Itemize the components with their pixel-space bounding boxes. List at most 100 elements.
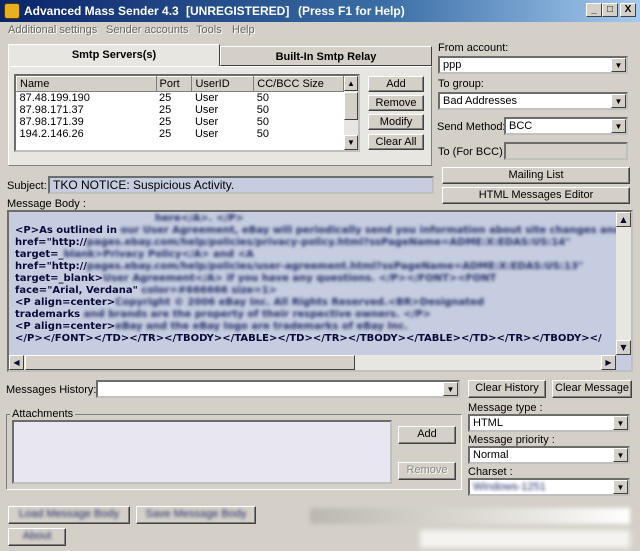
body-line: href="http://pages.ebay.com/help/policie… <box>15 261 584 272</box>
column-userid[interactable]: UserID <box>191 76 255 92</box>
from-account-value: ppp <box>443 59 462 71</box>
subject-label: Subject: <box>7 180 47 192</box>
send-method-select[interactable]: BCC ▼ <box>504 117 628 135</box>
app-icon <box>4 3 20 19</box>
cell-size: 50 <box>256 116 270 128</box>
remove-attachment-button[interactable]: Remove <box>398 462 456 480</box>
send-method-label: Send Method: <box>437 121 506 133</box>
table-row[interactable]: 87.48.199.190 25 User 50 <box>17 92 344 105</box>
charset-value: Windows-1251 <box>473 481 546 493</box>
cell-userid: User <box>194 92 219 104</box>
bcc-label: To (For BCC) <box>438 146 503 158</box>
remove-server-button[interactable]: Remove <box>368 95 424 111</box>
clear-message-button[interactable]: Clear Message <box>552 380 632 398</box>
menu-bar: Additional settings Sender accounts Tool… <box>0 22 640 40</box>
send-method-value: BCC <box>509 120 533 132</box>
table-row[interactable]: 194.2.146.26 25 User 50 <box>17 128 344 140</box>
cell-userid: User <box>194 104 219 116</box>
help-hint: (Press F1 for Help) <box>298 4 405 18</box>
message-type-label: Message type : <box>468 402 543 414</box>
body-line: </P></FONT></TD></TR></TBODY></TABLE></T… <box>15 333 602 344</box>
chevron-down-icon[interactable]: ▼ <box>611 58 626 72</box>
scroll-thumb[interactable] <box>344 92 358 120</box>
messages-history-select[interactable]: ▼ <box>96 380 460 398</box>
chevron-down-icon[interactable]: ▼ <box>613 480 628 494</box>
column-port[interactable]: Port <box>155 76 193 92</box>
messages-history-label: Messages History: <box>6 384 97 396</box>
scroll-thumb[interactable] <box>25 355 355 370</box>
to-group-label: To group: <box>438 78 484 90</box>
to-group-select[interactable]: Bad Addresses ▼ <box>438 92 628 110</box>
servers-table[interactable]: Name Port UserID CC/BCC Size 87.48.199.1… <box>14 74 360 152</box>
tab-smtp-servers[interactable]: Smtp Servers(s) <box>8 44 220 66</box>
html-editor-button[interactable]: HTML Messages Editor <box>442 187 630 204</box>
title-bar: Advanced Mass Sender 4.3 [UNREGISTERED] … <box>0 0 640 22</box>
body-line: face="Arial, Verdana" color=#666666 size… <box>15 285 278 296</box>
message-type-select[interactable]: HTML ▼ <box>468 414 630 432</box>
table-row[interactable]: 87.98.171.37 25 User 50 <box>17 104 344 116</box>
cell-name: 87.98.171.39 <box>19 116 84 128</box>
load-message-body-button[interactable]: Load Message Body <box>8 506 130 524</box>
add-server-button[interactable]: Add <box>368 76 424 92</box>
chevron-down-icon[interactable]: ▼ <box>613 416 628 430</box>
maximize-button[interactable]: □ <box>602 3 618 17</box>
bcc-field[interactable] <box>504 142 628 160</box>
registration-status: [UNREGISTERED] <box>186 4 290 18</box>
subject-input[interactable]: TKO NOTICE: Suspicious Activity. <box>48 176 434 194</box>
message-body-editor[interactable]: here</A>. </P> <P>As outlined in our Use… <box>7 210 633 372</box>
scroll-down-icon[interactable]: ▼ <box>344 135 358 150</box>
mailing-list-button[interactable]: Mailing List <box>442 167 630 184</box>
message-body-label: Message Body : <box>7 198 86 210</box>
attachments-label: Attachments <box>10 408 76 420</box>
column-ccbcc-size[interactable]: CC/BCC Size <box>253 76 344 92</box>
message-type-value: HTML <box>473 417 503 429</box>
scroll-down-icon[interactable]: ▼ <box>616 340 631 355</box>
scroll-right-icon[interactable]: ▶ <box>601 355 616 370</box>
column-name[interactable]: Name <box>16 76 157 92</box>
scroll-up-icon[interactable]: ▲ <box>344 76 358 91</box>
cell-name: 87.48.199.190 <box>19 92 90 104</box>
servers-scrollbar[interactable]: ▲ ▼ <box>344 76 358 150</box>
menu-help[interactable]: Help <box>232 24 255 36</box>
tab-builtin-relay[interactable]: Built-In Smtp Relay <box>220 46 432 66</box>
body-line: <P align=center>Copyright © 2006 eBay In… <box>15 297 485 308</box>
table-row[interactable]: 87.98.171.39 25 User 50 <box>17 116 344 128</box>
chevron-down-icon[interactable]: ▼ <box>443 382 458 396</box>
clear-history-button[interactable]: Clear History <box>468 380 546 398</box>
close-button[interactable]: X <box>620 3 636 17</box>
add-attachment-button[interactable]: Add <box>398 426 456 444</box>
menu-sender-accounts[interactable]: Sender accounts <box>106 24 189 36</box>
message-priority-label: Message priority : <box>468 434 555 446</box>
menu-additional-settings[interactable]: Additional settings <box>8 24 97 36</box>
status-area-blurred <box>420 530 630 548</box>
modify-server-button[interactable]: Modify <box>368 114 424 130</box>
scroll-up-icon[interactable]: ▲ <box>616 212 631 227</box>
menu-tools[interactable]: Tools <box>196 24 222 36</box>
minimize-button[interactable]: _ <box>586 3 602 17</box>
chevron-down-icon[interactable]: ▼ <box>611 94 626 108</box>
charset-select[interactable]: Windows-1251 ▼ <box>468 478 630 496</box>
attachments-list[interactable] <box>12 420 392 484</box>
scroll-left-icon[interactable]: ◀ <box>9 355 24 370</box>
chevron-down-icon[interactable]: ▼ <box>613 448 628 462</box>
about-button[interactable]: About <box>8 528 66 546</box>
cell-port: 25 <box>159 116 172 128</box>
body-line: trademarks and brands are the property o… <box>15 309 432 320</box>
clear-all-servers-button[interactable]: Clear All <box>368 134 424 150</box>
message-priority-value: Normal <box>473 449 509 461</box>
body-line: target=_blank>User Agreement</A> if you … <box>15 273 497 284</box>
save-message-body-button[interactable]: Save Message Body <box>136 506 256 524</box>
body-vscroll[interactable]: ▲ ▼ <box>616 212 631 355</box>
message-priority-select[interactable]: Normal ▼ <box>468 446 630 464</box>
to-group-value: Bad Addresses <box>443 95 517 107</box>
cell-userid: User <box>194 116 219 128</box>
body-hscroll[interactable]: ◀ ▶ <box>9 355 616 370</box>
body-line: <P>As outlined in our User Agreement, eB… <box>15 225 633 236</box>
cell-name: 194.2.146.26 <box>19 128 84 140</box>
cell-name: 87.98.171.37 <box>19 104 84 116</box>
from-account-select[interactable]: ppp ▼ <box>438 56 628 74</box>
cell-port: 25 <box>159 104 172 116</box>
cell-size: 50 <box>256 104 270 116</box>
cell-port: 25 <box>159 92 172 104</box>
chevron-down-icon[interactable]: ▼ <box>611 119 626 133</box>
